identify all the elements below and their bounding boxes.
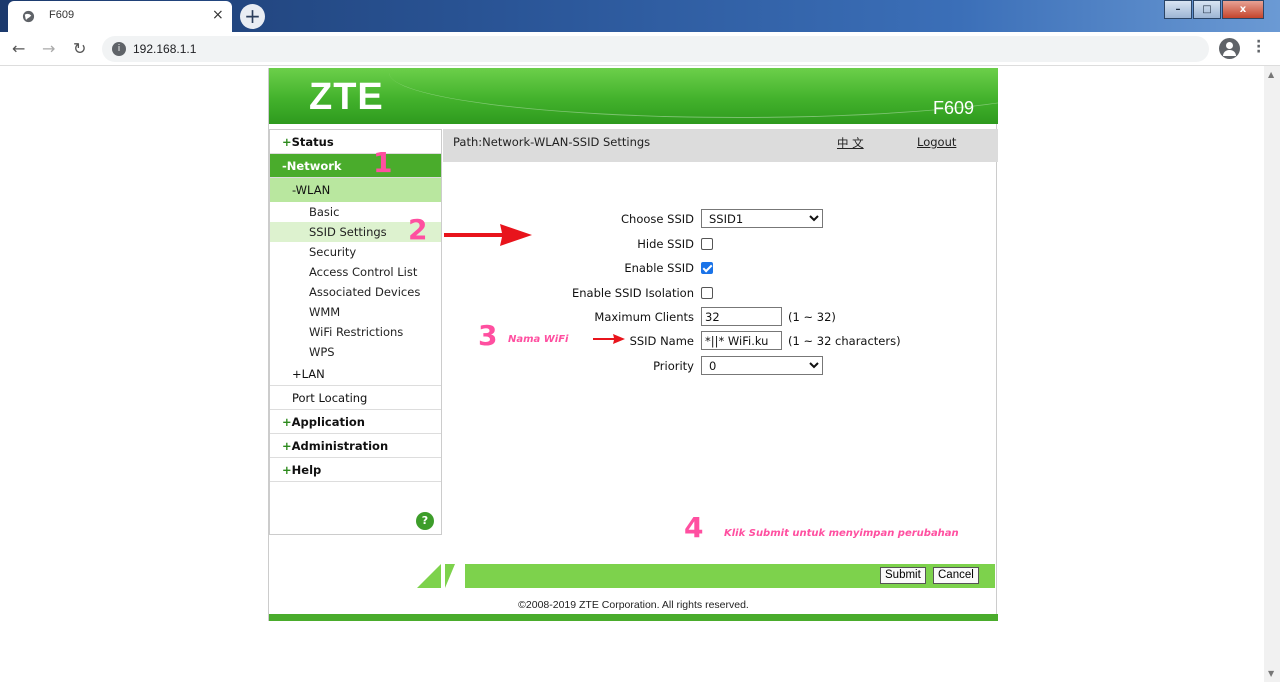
- menu-wlan-wps[interactable]: WPS: [270, 342, 441, 362]
- footer-slant-left: [417, 564, 441, 588]
- url-text[interactable]: 192.168.1.1: [133, 42, 196, 56]
- ssid-name-label: SSID Name: [629, 334, 694, 348]
- scroll-down-icon[interactable]: ▼: [1268, 669, 1274, 678]
- annotation-number-1: 1: [373, 146, 393, 179]
- router-header: ZTE F609: [269, 68, 998, 124]
- page-scrollbar[interactable]: ▲ ▼: [1264, 66, 1280, 682]
- annotation-number-3: 3: [478, 319, 498, 352]
- browser-toolbar: ← → ↻ i 192.168.1.1 · · ·: [0, 32, 1280, 66]
- menu-network[interactable]: -Network: [270, 154, 441, 178]
- help-icon[interactable]: ?: [416, 512, 434, 530]
- minimize-button[interactable]: –: [1164, 0, 1192, 19]
- annotation-text-3: Nama WiFi: [508, 334, 569, 345]
- kebab-menu-icon[interactable]: · · ·: [1256, 35, 1261, 59]
- max-clients-hint: (1 ~ 32): [788, 310, 836, 324]
- address-bar[interactable]: i 192.168.1.1: [102, 36, 1209, 62]
- annotation-text-4: Klik Submit untuk menyimpan perubahan: [724, 528, 959, 539]
- close-window-button[interactable]: x: [1222, 0, 1264, 19]
- ssid-name-hint: (1 ~ 32 characters): [788, 334, 901, 348]
- menu-administration[interactable]: +Administration: [270, 434, 441, 458]
- profile-icon[interactable]: [1219, 38, 1240, 59]
- max-clients-input[interactable]: [701, 307, 782, 326]
- annotation-number-2: 2: [408, 213, 428, 246]
- reload-icon[interactable]: ↻: [73, 39, 86, 58]
- menu-status[interactable]: +Status: [270, 130, 441, 154]
- row-ssid-isolation: Enable SSID Isolation: [443, 283, 998, 303]
- tab-title: F609: [49, 9, 75, 21]
- new-tab-button[interactable]: +: [240, 4, 265, 29]
- model-name: F609: [932, 98, 974, 118]
- language-link[interactable]: 中 文: [837, 135, 864, 151]
- submit-button[interactable]: Submit: [880, 567, 926, 584]
- logout-link[interactable]: Logout: [917, 135, 956, 149]
- footer-bar: Submit Cancel: [417, 564, 998, 588]
- priority-label: Priority: [653, 359, 694, 373]
- tab-strip: F609 × + – □ x: [0, 0, 1280, 32]
- menu-port-locating[interactable]: Port Locating: [270, 386, 441, 410]
- ssid-name-input[interactable]: [701, 331, 782, 350]
- row-enable-ssid: Enable SSID: [443, 258, 998, 278]
- hide-ssid-label: Hide SSID: [637, 237, 694, 251]
- menu-wlan-wmm[interactable]: WMM: [270, 302, 441, 322]
- window-controls: – □ x: [1163, 0, 1264, 19]
- menu-lan[interactable]: +LAN: [270, 362, 441, 386]
- globe-icon: [22, 10, 35, 23]
- maximize-button[interactable]: □: [1193, 0, 1221, 19]
- ssid-isolation-checkbox[interactable]: [701, 287, 713, 299]
- forward-arrow-icon[interactable]: →: [42, 39, 55, 58]
- menu-wlan-acl[interactable]: Access Control List: [270, 262, 441, 282]
- enable-ssid-checkbox[interactable]: [701, 262, 713, 274]
- router-bottom-bar: [269, 614, 998, 621]
- site-info-icon[interactable]: i: [112, 42, 126, 56]
- zte-logo: ZTE: [309, 76, 384, 118]
- scroll-up-icon[interactable]: ▲: [1268, 70, 1274, 79]
- footer-slant-right: [445, 564, 455, 588]
- row-max-clients: Maximum Clients (1 ~ 32): [443, 307, 998, 327]
- menu-help[interactable]: +Help: [270, 458, 441, 482]
- annotation-arrow-2: [444, 224, 532, 246]
- menu-application[interactable]: +Application: [270, 410, 441, 434]
- choose-ssid-label: Choose SSID: [621, 212, 694, 226]
- main-content: Path:Network-WLAN-SSID Settings 中 文 Logo…: [443, 129, 998, 529]
- browser-chrome: F609 × + – □ x ← → ↻ i 192.168.1.1 · · ·: [0, 0, 1280, 66]
- choose-ssid-select[interactable]: SSID1: [701, 209, 823, 228]
- ssid-isolation-label: Enable SSID Isolation: [571, 286, 694, 300]
- header-swoosh: [389, 68, 998, 118]
- row-priority: Priority 0: [443, 356, 998, 376]
- back-arrow-icon[interactable]: ←: [12, 39, 25, 58]
- menu-wlan-wifi-restrictions[interactable]: WiFi Restrictions: [270, 322, 441, 342]
- max-clients-label: Maximum Clients: [594, 310, 694, 324]
- enable-ssid-label: Enable SSID: [624, 261, 694, 275]
- annotation-number-4: 4: [684, 511, 704, 544]
- sidebar-menu: +Status -Network -WLAN Basic SSID Settin…: [269, 129, 442, 535]
- cancel-button[interactable]: Cancel: [933, 567, 979, 584]
- menu-wlan[interactable]: -WLAN: [270, 178, 441, 202]
- breadcrumb: Path:Network-WLAN-SSID Settings: [453, 135, 651, 149]
- browser-tab[interactable]: F609 ×: [8, 1, 232, 32]
- menu-wlan-associated-devices[interactable]: Associated Devices: [270, 282, 441, 302]
- hide-ssid-checkbox[interactable]: [701, 238, 713, 250]
- path-bar: Path:Network-WLAN-SSID Settings 中 文 Logo…: [443, 129, 998, 162]
- priority-select[interactable]: 0: [701, 356, 823, 375]
- annotation-arrow-3: [593, 334, 625, 344]
- close-tab-icon[interactable]: ×: [212, 7, 224, 23]
- copyright-text: ©2008-2019 ZTE Corporation. All rights r…: [518, 599, 749, 611]
